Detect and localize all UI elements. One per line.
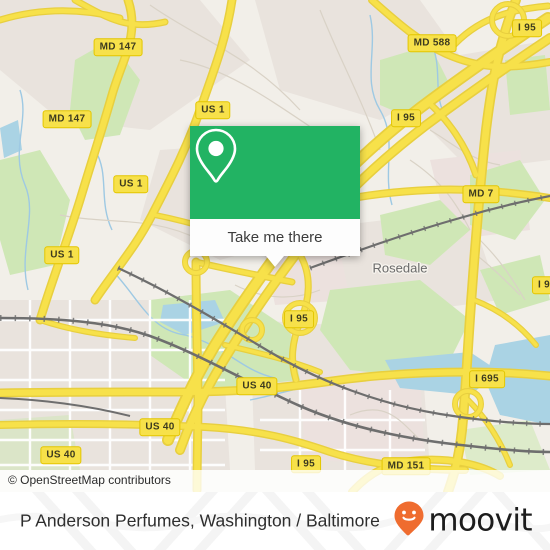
take-me-there-label: Take me there bbox=[227, 229, 323, 246]
location-popup-card[interactable]: Take me there bbox=[190, 126, 360, 267]
road-shield: MD 588 bbox=[407, 34, 457, 52]
road-shield: US 1 bbox=[44, 246, 80, 264]
attribution-text: © OpenStreetMap contributors bbox=[8, 473, 171, 487]
road-shield: MD 7 bbox=[462, 185, 500, 203]
road-shield: I 95 bbox=[391, 109, 421, 127]
road-shield: US 40 bbox=[236, 377, 278, 395]
road-shield: I 95 bbox=[284, 310, 314, 328]
popup-tail-pointer bbox=[266, 256, 284, 267]
moovit-wordmark: moovit bbox=[428, 502, 532, 539]
take-me-there-button[interactable]: Take me there bbox=[190, 219, 360, 256]
road-shield: I 95 bbox=[512, 19, 542, 37]
road-shield: MD 147 bbox=[93, 38, 143, 56]
road-shield: US 40 bbox=[40, 446, 82, 464]
page-title: P Anderson Perfumes, Washington / Baltim… bbox=[20, 510, 380, 531]
road-shield: US 40 bbox=[139, 418, 181, 436]
road-shield: US 1 bbox=[113, 175, 149, 193]
road-shield: MD 147 bbox=[42, 110, 92, 128]
map-attribution[interactable]: © OpenStreetMap contributors bbox=[0, 470, 550, 492]
road-shield: US 1 bbox=[195, 101, 231, 119]
map-screenshot: MD 147 MD 588 I 95 US 1 MD 147 I 95 US 1 MD 7 US… bbox=[0, 0, 550, 550]
place-label: Rosedale bbox=[372, 260, 428, 276]
road-shield: I 695 bbox=[469, 370, 505, 388]
moovit-brand[interactable]: moovit bbox=[393, 501, 533, 542]
road-shield: I 9 bbox=[531, 276, 550, 294]
map-canvas[interactable]: MD 147 MD 588 I 95 US 1 MD 147 I 95 US 1 MD 7 US… bbox=[0, 0, 550, 492]
moovit-smiley-pin-icon bbox=[393, 501, 425, 542]
footer-bar: P Anderson Perfumes, Washington / Baltim… bbox=[0, 492, 550, 550]
popup-pin-panel bbox=[190, 126, 360, 219]
